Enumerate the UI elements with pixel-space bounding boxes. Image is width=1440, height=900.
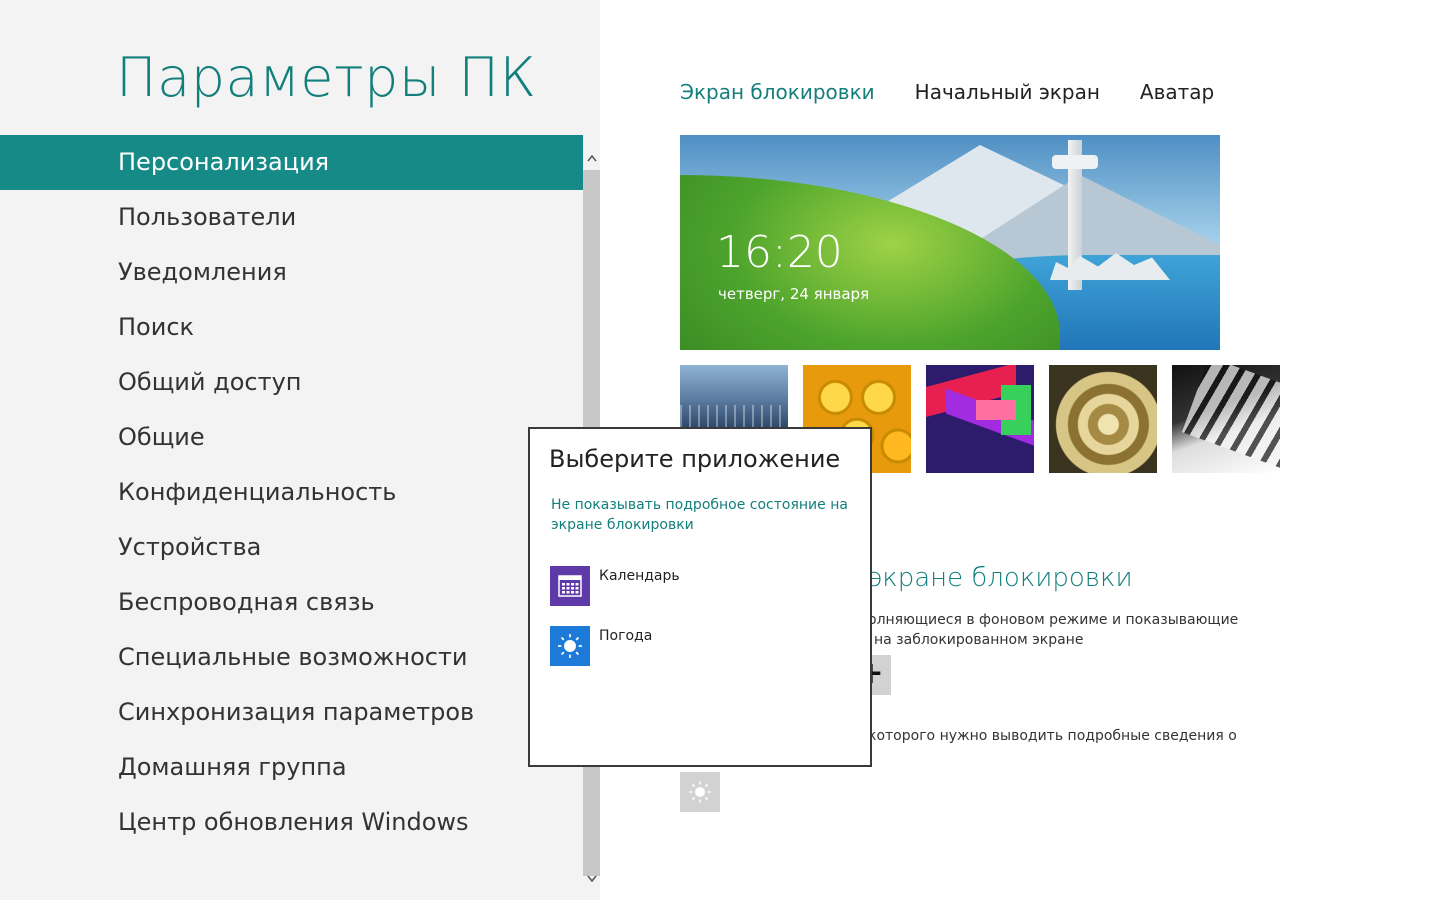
tab-avatar[interactable]: Аватар <box>1140 80 1214 104</box>
flyout-title: Выберите приложение <box>549 445 841 473</box>
app-option-weather[interactable]: Погода <box>550 626 850 666</box>
thumb-shape <box>976 400 1016 420</box>
settings-tabs: Экран блокировки Начальный экран Аватар <box>680 80 1214 104</box>
lock-clock: 16:20 <box>716 227 843 278</box>
app-option-label: Погода <box>599 628 653 644</box>
nav-item-wireless[interactable]: Беспроводная связь <box>0 575 583 630</box>
nav-item-privacy[interactable]: Конфиденциальность <box>0 465 583 520</box>
nav-item-devices[interactable]: Устройства <box>0 520 583 575</box>
nav-item-sync-settings[interactable]: Синхронизация параметров <box>0 685 583 740</box>
weather-tile <box>550 626 590 666</box>
nav-item-homegroup[interactable]: Домашняя группа <box>0 740 583 795</box>
nav-item-personalization[interactable]: Персонализация <box>0 135 583 190</box>
scroll-up-arrow-icon[interactable] <box>583 147 600 169</box>
sun-icon <box>689 781 711 803</box>
thumb-nautilus[interactable] <box>1049 365 1157 473</box>
preview-tower-top <box>1052 155 1098 169</box>
page-title: Параметры ПК <box>116 46 537 109</box>
scroll-down-arrow-icon[interactable] <box>583 868 600 890</box>
tab-start-screen[interactable]: Начальный экран <box>915 80 1100 104</box>
nav-item-accessibility[interactable]: Специальные возможности <box>0 630 583 685</box>
thumb-geometric[interactable] <box>926 365 1034 473</box>
lock-date: четверг, 24 января <box>718 285 870 303</box>
lock-screen-preview: 16:20 четверг, 24 января <box>680 135 1220 350</box>
detail-status-app-button[interactable] <box>680 772 720 812</box>
hide-detailed-status-link[interactable]: Не показывать подробное состояние на экр… <box>551 495 851 535</box>
sun-icon <box>558 634 582 658</box>
choose-app-flyout: Выберите приложение Не показывать подроб… <box>528 427 872 767</box>
nav-item-sharing[interactable]: Общий доступ <box>0 355 583 410</box>
nav-item-windows-update[interactable]: Центр обновления Windows <box>0 795 583 850</box>
nav-item-general[interactable]: Общие <box>0 410 583 465</box>
app-option-calendar[interactable]: Календарь <box>550 566 850 606</box>
settings-sidebar: Параметры ПК Персонализация Пользователи… <box>0 0 600 900</box>
tab-lock-screen[interactable]: Экран блокировки <box>680 80 875 104</box>
calendar-tile <box>550 566 590 606</box>
app-option-label: Календарь <box>599 568 680 584</box>
lock-apps-title-text: экране блокировки <box>868 563 1133 593</box>
nav-item-search[interactable]: Поиск <box>0 300 583 355</box>
nav-item-users[interactable]: Пользователи <box>0 190 583 245</box>
thumb-piano[interactable] <box>1172 365 1280 473</box>
calendar-icon <box>558 575 582 597</box>
nav-item-notifications[interactable]: Уведомления <box>0 245 583 300</box>
nav-list: Персонализация Пользователи Уведомления … <box>0 135 583 850</box>
detail-status-description-text: которого нужно выводить подробные сведен… <box>868 728 1237 744</box>
